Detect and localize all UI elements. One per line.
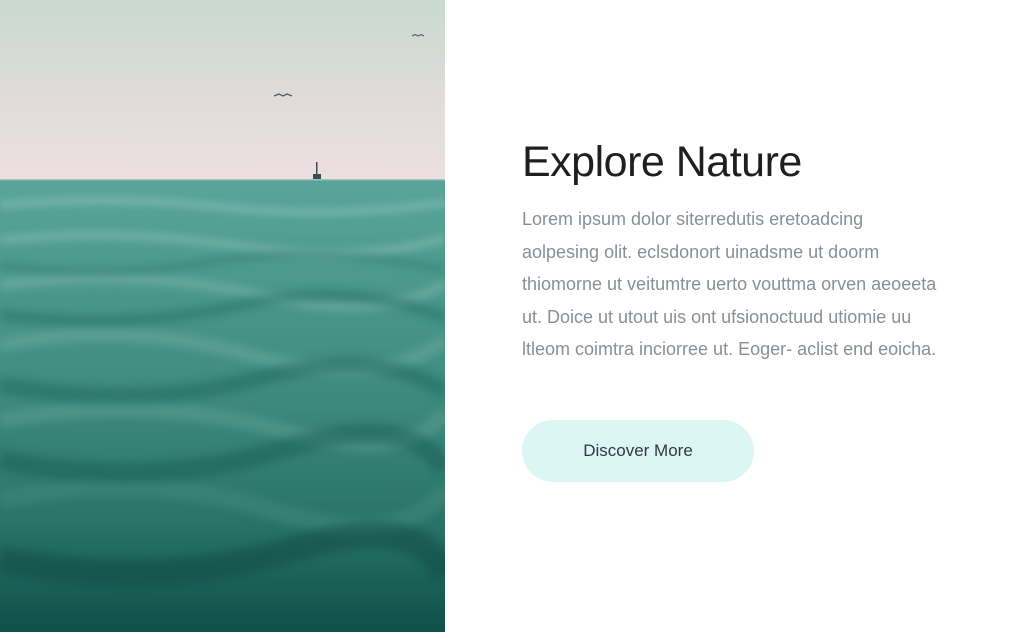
page-title: Explore Nature	[522, 138, 802, 186]
sea-photo	[0, 0, 445, 632]
hero-image	[0, 0, 445, 632]
page: Explore Nature Lorem ipsum dolor siterre…	[0, 0, 1024, 632]
description-text: Lorem ipsum dolor siterredutis eretoadci…	[522, 209, 937, 360]
content-panel: Explore Nature Lorem ipsum dolor siterre…	[445, 0, 1024, 632]
discover-more-button[interactable]: Discover More	[522, 420, 754, 482]
